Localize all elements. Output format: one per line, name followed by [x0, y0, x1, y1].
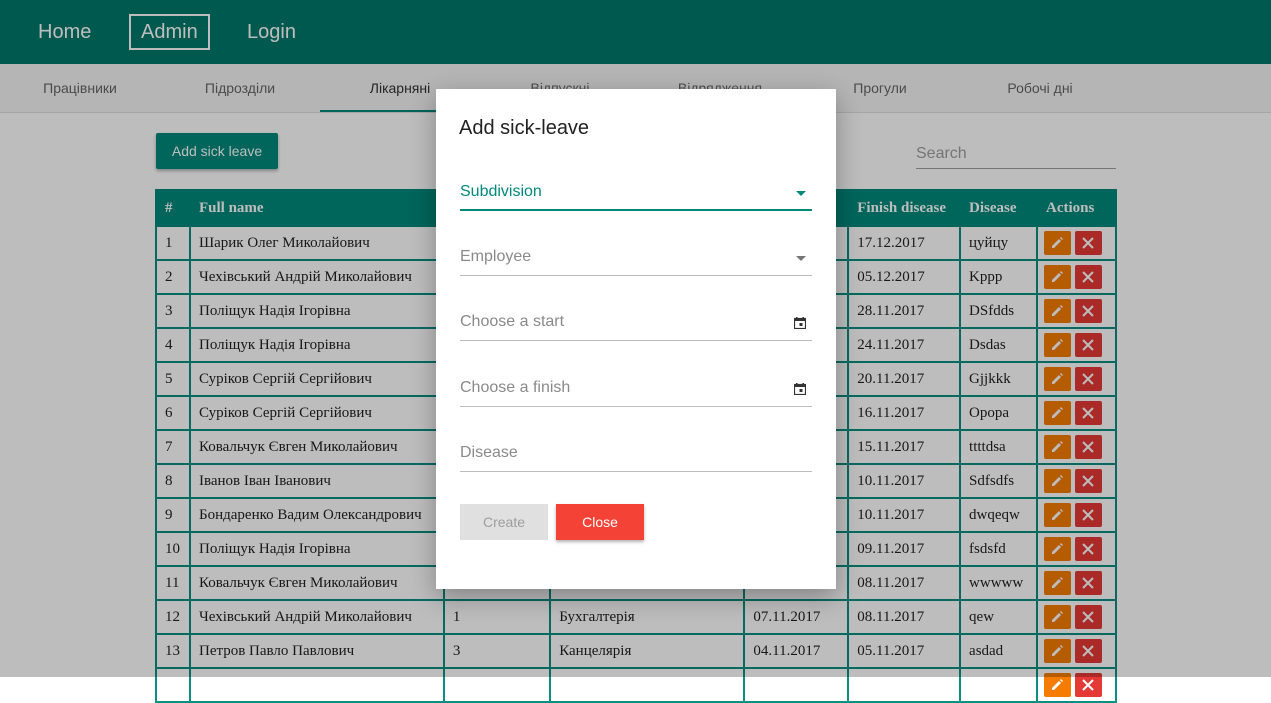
disease-input[interactable]: Disease [460, 436, 812, 472]
finish-date-field[interactable]: Choose a finish [460, 371, 812, 407]
finish-date-label: Choose a finish [460, 379, 571, 396]
disease-label: Disease [460, 444, 518, 461]
add-sick-leave-dialog: Add sick-leave Subdivision Employee Choo… [436, 89, 836, 589]
dialog-title: Add sick-leave [459, 117, 590, 139]
create-button[interactable]: Create [460, 504, 548, 540]
modal-backdrop-top [0, 0, 1271, 64]
employee-label: Employee [460, 248, 532, 265]
dropdown-arrow-icon [796, 256, 806, 261]
subdivision-select[interactable]: Subdivision [460, 175, 812, 211]
pencil-icon [1051, 679, 1063, 690]
close-icon [1082, 679, 1094, 691]
calendar-icon[interactable] [794, 317, 806, 329]
calendar-icon[interactable] [794, 383, 806, 395]
start-date-label: Choose a start [460, 313, 565, 330]
subdivision-label: Subdivision [460, 183, 542, 200]
close-button[interactable]: Close [556, 504, 644, 540]
employee-select[interactable]: Employee [460, 240, 812, 276]
start-date-field[interactable]: Choose a start [460, 305, 812, 341]
dropdown-arrow-icon [796, 191, 806, 196]
